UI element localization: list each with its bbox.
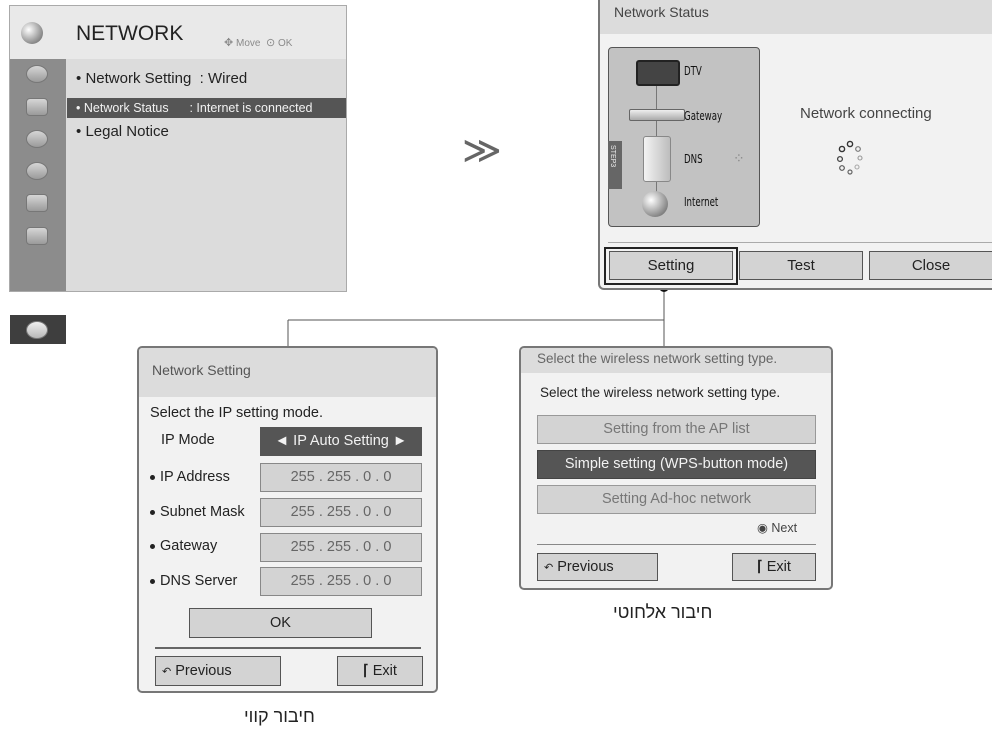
menu-item-legal-notice[interactable]: • Legal Notice [76,123,169,140]
menu-item-value: : Internet is connected [189,101,313,115]
status-test-button[interactable]: Test [739,251,863,280]
wireless-header: Select the wireless network setting type… [521,348,831,373]
dns-loading-spinner-icon: ⁘ [733,150,745,166]
transition-arrow-icon: ≫ [462,130,502,172]
field-label: DNS Server [160,573,238,589]
status-divider [608,242,992,243]
next-label: Next [771,521,798,535]
option-wps-button[interactable]: Simple setting (WPS-button mode) [537,450,816,479]
bullet: • [76,101,81,115]
status-setting-button[interactable]: Setting [609,251,733,280]
ip-address-label: IP Address [150,469,230,485]
network-menu-icon [26,321,48,339]
menu-item-label: Legal Notice [85,123,169,140]
gateway-router-icon [629,109,685,121]
menu-item-network-status[interactable]: • Network Status : Internet is connected [67,98,346,118]
ip-address-field[interactable]: 255 . 255 . 0 . 0 [260,463,422,492]
exit-label: Exit [766,559,791,575]
ok-button-icon: ◉ [757,521,768,535]
previous-button[interactable]: ↶ Previous [155,656,281,686]
ip-mode-selector[interactable]: ◄ IP Auto Setting ► [260,427,422,456]
screen-menu-icon[interactable] [26,98,48,116]
menu-item-value: : Wired [199,70,248,87]
status-close-button[interactable]: Close [869,251,992,280]
exit-icon: ⌈ [757,559,763,575]
previous-label: Previous [557,559,614,575]
next-hint[interactable]: ◉ Next [757,520,797,535]
bullet [150,509,155,515]
network-menu-selected-tab[interactable] [10,315,66,344]
dns-server-label: DNS Server [150,573,237,589]
hint-ok-label: OK [278,38,293,49]
field-label: IP Address [160,469,230,485]
step-label-internet: Internet [684,195,719,209]
menu-item-network-setting[interactable]: • Network Setting : Wired [76,70,247,87]
wireless-divider [537,544,816,545]
connecting-message: Network connecting [800,105,932,122]
step-label-dtv: DTV [684,64,702,78]
step-badge-label: STEP3 [609,145,616,168]
connecting-spinner-icon [836,140,863,175]
menu-item-label: Network Status [83,101,169,115]
dialog-divider [155,647,421,649]
network-globe-icon [21,22,43,44]
network-menu: NETWORK ✥ Move ⊙ OK • Network Setting : … [9,5,347,344]
bullet [150,578,155,584]
picture-menu-icon[interactable] [26,65,48,83]
connection-steps: DTV Gateway DNS ⁘ Internet [608,47,760,227]
option-ap-list[interactable]: Setting from the AP list [537,415,816,444]
ip-mode-label: IP Mode [161,432,215,448]
wireless-exit-button[interactable]: ⌈ Exit [732,553,816,581]
network-setting-header: Network Setting [139,348,436,397]
menu-item-label: Network Setting [85,70,192,87]
wireless-setting-dialog: Select the wireless network setting type… [519,346,833,590]
navigation-hint: ✥ Move ⊙ OK [224,36,292,49]
ok-button[interactable]: OK [189,608,372,638]
audio-menu-icon[interactable] [26,130,48,148]
exit-button[interactable]: ⌈ Exit [337,656,423,686]
wireless-previous-button[interactable]: ↶ Previous [537,553,658,581]
previous-label: Previous [175,663,232,679]
network-menu-header: NETWORK ✥ Move ⊙ OK [10,6,346,59]
field-label: Subnet Mask [160,504,245,520]
dns-server-field[interactable]: 255 . 255 . 0 . 0 [260,567,422,596]
option-menu-icon[interactable] [26,227,48,245]
gateway-field[interactable]: 255 . 255 . 0 . 0 [260,533,422,562]
field-label: Gateway [160,538,218,554]
menu-sidebar [10,59,66,344]
exit-icon: ⌈ [363,663,369,679]
dns-server-icon [643,136,671,182]
bullet [150,543,155,549]
internet-globe-icon [642,191,668,217]
wireless-prompt: Select the wireless network setting type… [540,385,781,400]
status-title: Network Status [614,4,709,20]
gateway-label: Gateway [150,538,217,554]
wired-connection-caption: חיבור קווי [244,706,315,726]
back-arrow-icon: ↶ [162,666,172,678]
exit-label: Exit [372,663,397,679]
network-menu-title: NETWORK [76,22,184,45]
step-label-gateway: Gateway [684,109,723,123]
wireless-title: Select the wireless network setting type… [537,351,778,366]
network-setting-title: Network Setting [152,362,251,378]
subnet-mask-label: Subnet Mask [150,504,245,520]
hint-move-label: Move [236,38,261,49]
back-arrow-icon: ↶ [544,562,554,574]
current-step-badge: STEP3 [608,141,622,189]
step-label-dns: DNS [684,152,703,166]
network-setting-dialog: Network Setting Select the IP setting mo… [137,346,438,693]
subnet-mask-field[interactable]: 255 . 255 . 0 . 0 [260,498,422,527]
lock-menu-icon[interactable] [26,194,48,212]
clock-menu-icon[interactable] [26,162,48,180]
network-status-panel: Network Status DTV Gateway DNS ⁘ Interne… [598,0,992,290]
move-arrows-icon: ✥ [224,37,234,49]
tv-icon [636,60,680,86]
ip-mode-prompt: Select the IP setting mode. [150,405,324,421]
option-ad-hoc[interactable]: Setting Ad-hoc network [537,485,816,514]
wireless-connection-caption: חיבור אלחוטי [613,602,713,622]
ok-button-icon: ⊙ [266,37,276,49]
bullet: • [76,123,82,140]
bullet [150,474,155,480]
bullet: • [76,70,82,87]
